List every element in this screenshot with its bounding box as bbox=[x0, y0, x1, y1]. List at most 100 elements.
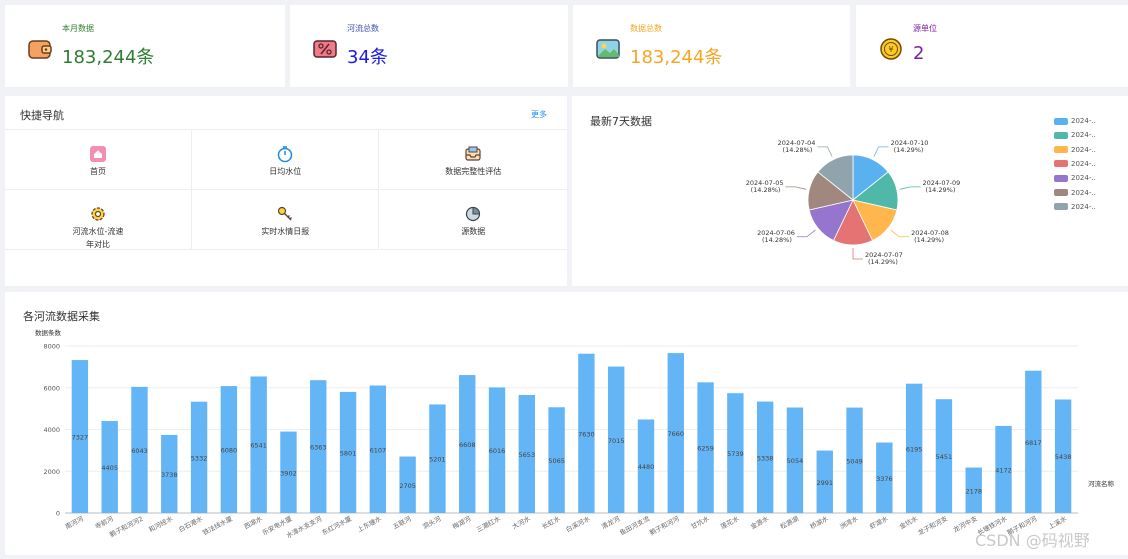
legend-label: 2024-.. bbox=[1071, 188, 1096, 197]
stat-label: 河流总数 bbox=[347, 24, 379, 33]
legend-swatch bbox=[1054, 160, 1068, 168]
x-tick-label: 西湖水 bbox=[242, 514, 264, 531]
nav-item-label: 源数据 bbox=[380, 225, 567, 238]
bar-value-label: 7015 bbox=[608, 437, 625, 445]
bar-value-label: 2178 bbox=[965, 487, 982, 495]
pie-label-line bbox=[785, 186, 807, 190]
legend-item[interactable]: 2024-.. bbox=[1054, 159, 1096, 169]
pie-label-line bbox=[873, 146, 889, 157]
stat-card: 本月数据 183,244条 bbox=[5, 5, 285, 87]
more-link[interactable]: 更多 bbox=[531, 109, 547, 120]
nav-item-label-line: 河流水位-流速 bbox=[72, 227, 124, 236]
stat-value: 34条 bbox=[347, 47, 388, 68]
nav-item-label-line2: 年对比 bbox=[86, 240, 110, 249]
bar-value-label: 3376 bbox=[876, 475, 893, 483]
y-tick-label: 0 bbox=[56, 510, 60, 518]
bar-value-label: 5049 bbox=[846, 457, 863, 465]
nav-item-label-line: 数据完整性评估 bbox=[445, 167, 502, 176]
quick-nav-grid: 首页 日均水位 数据完整性评估河流水位-流速 年对比 实时水情日报 源数据 bbox=[5, 129, 567, 266]
nav-item-gear[interactable]: 河流水位-流速 年对比 bbox=[5, 190, 192, 250]
x-tick-label: 上东塘水 bbox=[356, 514, 384, 534]
bar-value-label: 4405 bbox=[101, 464, 118, 472]
inbox-icon bbox=[464, 145, 482, 163]
bar-value-label: 2991 bbox=[816, 479, 833, 487]
legend-item[interactable]: 2024-.. bbox=[1054, 130, 1096, 140]
legend-label: 2024-.. bbox=[1071, 202, 1096, 211]
legend-item[interactable]: 2024-.. bbox=[1054, 145, 1096, 155]
key-icon bbox=[276, 205, 294, 223]
nav-item-label: 数据完整性评估 bbox=[380, 165, 567, 178]
bar-value-label: 6259 bbox=[697, 445, 714, 453]
legend-item[interactable]: 2024-.. bbox=[1054, 188, 1096, 198]
coin-icon: ¥ bbox=[878, 37, 904, 61]
x-tick-label: 清龙河 bbox=[600, 514, 622, 531]
bar-value-label: 3738 bbox=[161, 471, 178, 479]
x-tick-label: 洞头河 bbox=[421, 514, 443, 531]
bar-value-label: 5201 bbox=[429, 456, 446, 464]
nav-item-pie[interactable]: 源数据 bbox=[379, 190, 567, 250]
pie-slice-pct: (14.29%) bbox=[894, 146, 924, 154]
x-tick-label: 莲花水 bbox=[719, 514, 741, 531]
bar-value-label: 5653 bbox=[519, 451, 536, 459]
nav-item-label: 河流水位-流速 年对比 bbox=[5, 225, 191, 251]
bar-value-label: 5065 bbox=[548, 457, 565, 465]
nav-item-home[interactable]: 首页 bbox=[5, 130, 192, 190]
pie-icon bbox=[464, 205, 482, 223]
x-tick-label: 东红河水厦 bbox=[320, 514, 353, 537]
nav-item-key[interactable]: 实时水情日报 bbox=[192, 190, 380, 250]
bar-value-label: 5332 bbox=[191, 454, 208, 462]
bar-value-label: 2705 bbox=[399, 482, 416, 490]
legend-item[interactable]: 2024-.. bbox=[1054, 202, 1096, 212]
x-tick-label: 和河经水 bbox=[147, 514, 175, 534]
wallet-icon bbox=[27, 37, 53, 61]
bar-value-label: 4480 bbox=[638, 463, 655, 471]
bar-value-label: 6043 bbox=[131, 447, 148, 455]
x-tick-label: 白溪河水 bbox=[564, 514, 592, 534]
y-axis-label: 数据条数 bbox=[35, 328, 62, 337]
pie-slice-pct: (14.28%) bbox=[762, 236, 792, 244]
pie-label-line bbox=[852, 248, 863, 260]
nav-item-label: 日均水位 bbox=[192, 165, 378, 178]
nav-item-label: 实时水情日报 bbox=[192, 225, 378, 238]
pie-slice-pct: (14.29%) bbox=[868, 258, 898, 266]
legend-item[interactable]: 2024-.. bbox=[1054, 173, 1096, 183]
x-tick-label: 鱼田河支流 bbox=[618, 514, 651, 537]
bar-value-label: 5739 bbox=[727, 450, 744, 458]
x-tick-label: 三潮红水 bbox=[475, 514, 503, 534]
bar-value-label: 6016 bbox=[489, 447, 506, 455]
x-tick-label: 白石港水 bbox=[177, 514, 205, 534]
nav-item-label: 首页 bbox=[5, 165, 191, 178]
legend-item[interactable]: 2024-.. bbox=[1054, 116, 1096, 126]
nav-item-stopwatch[interactable]: 日均水位 bbox=[192, 130, 380, 190]
legend-swatch bbox=[1054, 189, 1068, 196]
bar-value-label: 5338 bbox=[757, 454, 774, 462]
y-tick-label: 4000 bbox=[43, 426, 60, 434]
pie-label-line bbox=[796, 229, 816, 238]
stat-card: 数据总数 183,244条 bbox=[573, 5, 850, 87]
stat-value: 2 bbox=[913, 43, 925, 64]
nav-item-label-line: 源数据 bbox=[461, 227, 486, 236]
legend-swatch bbox=[1054, 117, 1068, 125]
bar-value-label: 3902 bbox=[280, 469, 297, 477]
legend-swatch bbox=[1054, 131, 1068, 139]
bar-value-label: 6541 bbox=[250, 442, 267, 450]
pie-slice-pct: (14.28%) bbox=[783, 146, 813, 154]
bar-value-label: 7630 bbox=[578, 430, 595, 438]
home-icon bbox=[89, 145, 107, 163]
pie-slice-pct: (14.29%) bbox=[926, 186, 956, 194]
stat-value: 183,244条 bbox=[62, 47, 155, 68]
x-tick-label: 寺前河 bbox=[93, 514, 115, 531]
pie-slice-pct: (14.29%) bbox=[914, 236, 944, 244]
pie-label-line bbox=[817, 146, 833, 157]
nav-item-inbox[interactable]: 数据完整性评估 bbox=[379, 130, 567, 190]
legend-swatch bbox=[1054, 146, 1068, 154]
x-tick-label: 桥湖水 bbox=[808, 514, 830, 531]
stat-card: 河流总数 34条 bbox=[290, 5, 568, 87]
pie-label-line bbox=[890, 229, 910, 238]
bar-value-label: 4172 bbox=[995, 466, 1012, 474]
legend-label: 2024-.. bbox=[1071, 131, 1096, 140]
y-tick-label: 6000 bbox=[43, 384, 60, 392]
nav-item-label-line: 日均水位 bbox=[269, 167, 302, 176]
nav-item-label-line: 实时水情日报 bbox=[261, 227, 310, 236]
pie-chart: 2024-07-10(14.29%)2024-07-09(14.29%)2024… bbox=[746, 139, 961, 266]
